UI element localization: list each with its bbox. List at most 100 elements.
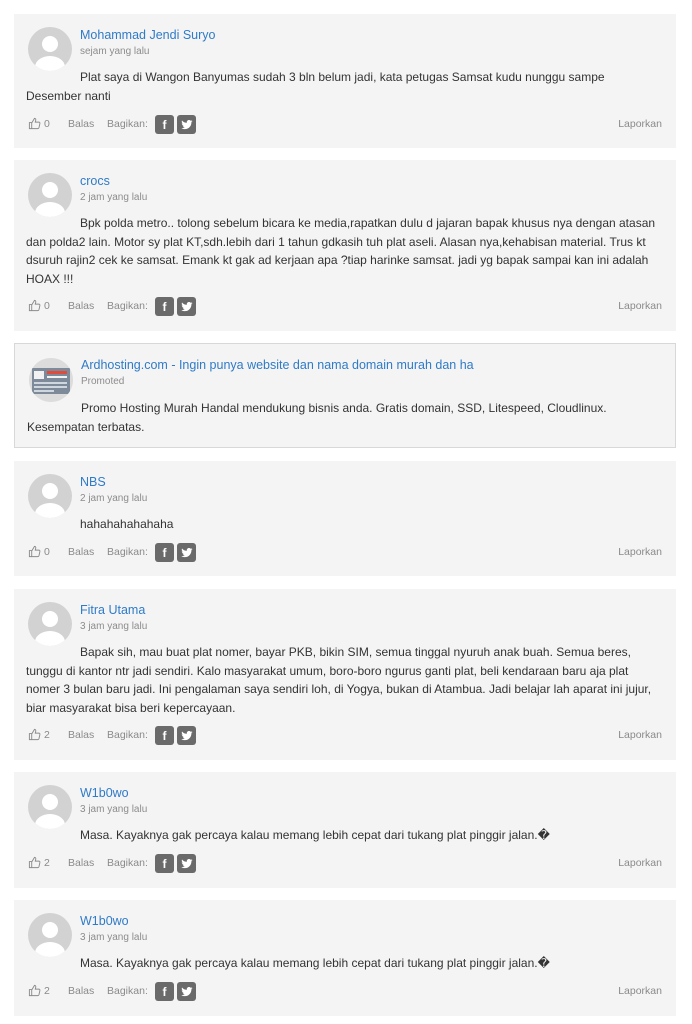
report-link[interactable]: Laporkan [618,857,662,869]
facebook-share-button[interactable]: f [155,854,174,873]
like-count: 0 [44,299,50,312]
thumbs-up-icon [28,545,41,558]
reply-link[interactable]: Balas [68,729,94,741]
comment-timestamp: 3 jam yang lalu [80,932,148,943]
promoted-card[interactable]: Ardhosting.com - Ingin punya website dan… [14,343,676,448]
thumbs-up-icon [28,299,41,312]
like-button[interactable]: 2 [28,856,50,869]
comment-author[interactable]: NBS [80,475,106,489]
like-button[interactable]: 0 [28,299,50,312]
comment-actions: 0 Balas Bagikan: f Laporkan [28,543,662,563]
comment-actions: 2 Balas Bagikan: f Laporkan [28,854,662,874]
comment-timestamp: sejam yang lalu [80,46,150,57]
thumbs-up-icon [28,856,41,869]
facebook-icon: f [162,545,167,560]
like-button[interactable]: 0 [28,545,50,558]
facebook-share-button[interactable]: f [155,982,174,1001]
like-count: 2 [44,856,50,869]
comment-text: Masa. Kayaknya gak percaya kalau memang … [80,828,550,842]
facebook-icon: f [162,856,167,871]
report-link[interactable]: Laporkan [618,300,662,312]
comment-text: Bapak sih, mau buat plat nomer, bayar PK… [26,645,652,715]
facebook-share-button[interactable]: f [155,115,174,134]
twitter-icon [180,547,193,557]
facebook-icon: f [162,299,167,314]
comment-card: crocs 2 jam yang lalu Bpk polda metro.. … [14,160,676,331]
twitter-share-button[interactable] [177,297,196,316]
twitter-icon [180,730,193,740]
comment-text: Masa. Kayaknya gak percaya kalau memang … [80,956,550,970]
thumbs-up-icon [28,117,41,130]
facebook-share-button[interactable]: f [155,726,174,745]
comment-card: W1b0wo 3 jam yang lalu Masa. Kayaknya ga… [14,772,676,888]
thumbs-up-icon [28,728,41,741]
facebook-share-button[interactable]: f [155,297,174,316]
twitter-icon [180,858,193,868]
comment-author[interactable]: W1b0wo [80,914,129,928]
like-button[interactable]: 2 [28,728,50,741]
comment-author[interactable]: Mohammad Jendi Suryo [80,28,215,42]
reply-link[interactable]: Balas [68,857,94,869]
comment-actions: 2 Balas Bagikan: f Laporkan [28,726,662,746]
avatar[interactable] [28,602,72,646]
twitter-share-button[interactable] [177,543,196,562]
share-label: Bagikan: [107,729,148,741]
report-link[interactable]: Laporkan [618,546,662,558]
reply-link[interactable]: Balas [68,985,94,997]
report-link[interactable]: Laporkan [618,729,662,741]
share-label: Bagikan: [107,857,148,869]
avatar[interactable] [28,173,72,217]
comment-card: NBS 2 jam yang lalu hahahahahahaha 0 Bal… [14,461,676,576]
twitter-share-button[interactable] [177,726,196,745]
avatar[interactable] [28,785,72,829]
twitter-icon [180,986,193,996]
twitter-share-button[interactable] [177,982,196,1001]
like-count: 2 [44,728,50,741]
comment-actions: 2 Balas Bagikan: f Laporkan [28,982,662,1002]
comment-actions: 0 Balas Bagikan: f Laporkan [28,297,662,317]
like-button[interactable]: 0 [28,117,50,130]
comment-author[interactable]: crocs [80,174,110,188]
comment-timestamp: 3 jam yang lalu [80,621,148,632]
comment-timestamp: 2 jam yang lalu [80,493,148,504]
like-count: 0 [44,117,50,130]
like-count: 2 [44,984,50,997]
like-button[interactable]: 2 [28,984,50,997]
report-link[interactable]: Laporkan [618,118,662,130]
comment-text: Bpk polda metro.. tolong sebelum bicara … [26,216,656,286]
thumbs-up-icon [28,984,41,997]
like-count: 0 [44,545,50,558]
reply-link[interactable]: Balas [68,546,94,558]
comment-card: Fitra Utama 3 jam yang lalu Bapak sih, m… [14,589,676,760]
comment-text: hahahahahahaha [80,517,174,531]
report-link[interactable]: Laporkan [618,985,662,997]
comment-card: W1b0wo 3 jam yang lalu Masa. Kayaknya ga… [14,900,676,1016]
promoted-label: Promoted [81,376,125,387]
share-label: Bagikan: [107,985,148,997]
comment-timestamp: 3 jam yang lalu [80,804,148,815]
twitter-share-button[interactable] [177,854,196,873]
facebook-icon: f [162,984,167,999]
reply-link[interactable]: Balas [68,118,94,130]
comment-author[interactable]: Fitra Utama [80,603,145,617]
reply-link[interactable]: Balas [68,300,94,312]
avatar[interactable] [28,474,72,518]
promo-text: Promo Hosting Murah Handal mendukung bis… [27,401,607,434]
comment-card: Mohammad Jendi Suryo sejam yang lalu Pla… [14,14,676,148]
advertiser-logo[interactable] [29,358,73,402]
share-label: Bagikan: [107,118,148,130]
facebook-icon: f [162,117,167,132]
facebook-icon: f [162,728,167,743]
comment-actions: 0 Balas Bagikan: f Laporkan [28,115,662,135]
share-label: Bagikan: [107,546,148,558]
twitter-icon [180,119,193,129]
twitter-share-button[interactable] [177,115,196,134]
twitter-icon [180,301,193,311]
avatar[interactable] [28,27,72,71]
promo-title-link[interactable]: Ardhosting.com - Ingin punya website dan… [81,358,474,372]
avatar[interactable] [28,913,72,957]
share-label: Bagikan: [107,300,148,312]
comment-text: Plat saya di Wangon Banyumas sudah 3 bln… [26,70,605,103]
comment-author[interactable]: W1b0wo [80,786,129,800]
facebook-share-button[interactable]: f [155,543,174,562]
